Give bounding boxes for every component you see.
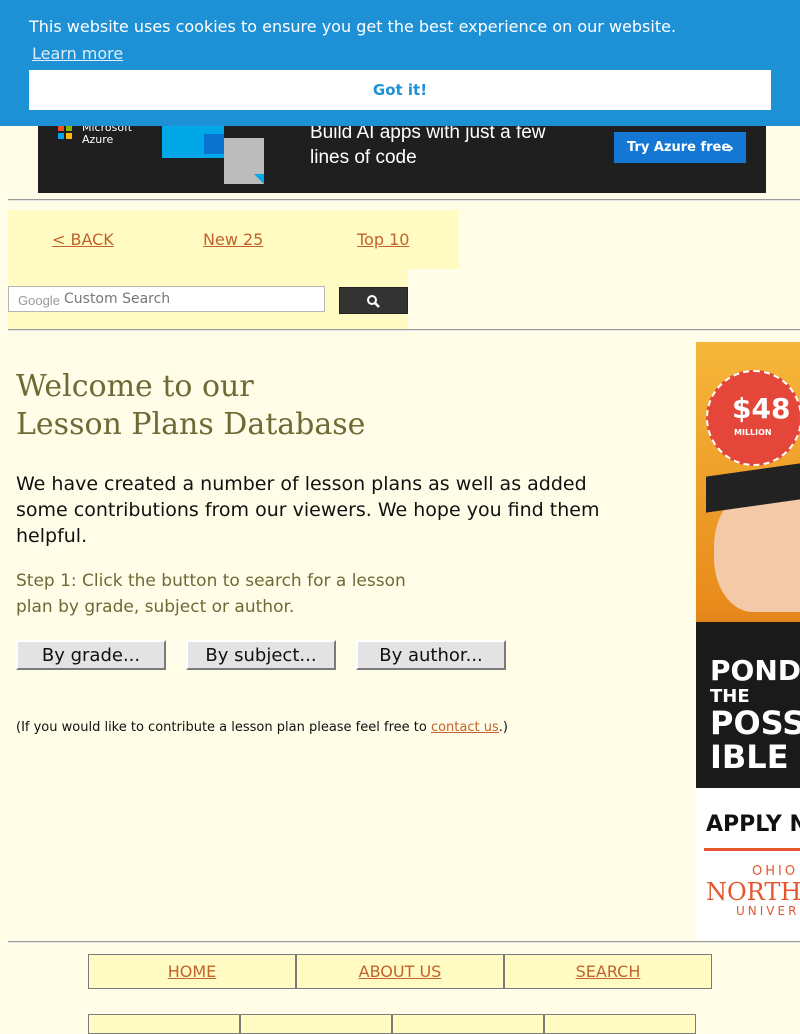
seal-amount: $48: [732, 392, 791, 425]
ad-graphic-blue: [204, 134, 224, 154]
intro-text: We have created a number of lesson plans…: [16, 473, 600, 547]
ad-headline-line2: lines of code: [310, 147, 417, 168]
page-title-line2: Lesson Plans Database: [16, 407, 366, 442]
top-10-link[interactable]: Top 10: [357, 230, 409, 249]
contact-us-link[interactable]: contact us: [431, 720, 499, 735]
divider: [8, 199, 800, 201]
cookie-banner: This website uses cookies to ensure you …: [0, 0, 800, 126]
org-name-line1: OHIO: [752, 864, 799, 879]
ad-headline: Build AI apps with just a few lines of c…: [310, 120, 546, 170]
ad-word-3: POSS: [710, 704, 800, 742]
google-logo: Google: [18, 293, 60, 308]
page-title-line1: Welcome to our: [16, 369, 254, 404]
org-name-line3: UNIVERS: [736, 904, 800, 918]
contribute-text-end: .): [498, 720, 508, 735]
contribute-note: (If you would like to contribute a lesso…: [16, 720, 508, 735]
back-link[interactable]: < BACK: [52, 230, 114, 249]
ad-word-1: POND: [710, 654, 800, 687]
learn-more-link[interactable]: Learn more: [32, 44, 123, 63]
graduate-image: [714, 492, 800, 612]
ad-graphic-tail: [254, 174, 264, 184]
footer-cell[interactable]: [544, 1014, 696, 1034]
footer-home-link[interactable]: HOME: [88, 954, 296, 989]
search-button[interactable]: [339, 287, 408, 314]
search-icon: [367, 295, 380, 308]
footer-about-link[interactable]: ABOUT US: [296, 954, 504, 989]
step-1-text: Step 1: Click the button to search for a…: [16, 571, 406, 617]
divider: [8, 329, 800, 331]
ad-cta-label: Try Azure free: [627, 140, 731, 155]
try-azure-button[interactable]: Try Azure free ›: [614, 132, 746, 163]
ad-word-4: IBLE: [710, 738, 789, 776]
by-grade-button[interactable]: By grade...: [16, 640, 166, 670]
apply-now-text: APPLY N: [706, 812, 800, 837]
by-subject-button[interactable]: By subject...: [186, 640, 336, 670]
chevron-right-icon: ›: [727, 138, 734, 157]
footer-cell[interactable]: [240, 1014, 392, 1034]
divider: [8, 941, 800, 943]
by-author-button[interactable]: By author...: [356, 640, 506, 670]
seal-unit: MILLION: [734, 428, 772, 437]
side-ad[interactable]: $48 MILLION POND THE POSS IBLE APPLY N O…: [696, 342, 800, 940]
cookie-message: This website uses cookies to ensure you …: [29, 17, 677, 36]
side-ad-image: $48 MILLION POND THE POSS IBLE: [696, 342, 800, 788]
contribute-text: (If you would like to contribute a lesso…: [16, 720, 431, 735]
got-it-button[interactable]: Got it!: [29, 70, 771, 110]
footer-cell[interactable]: [392, 1014, 544, 1034]
footer-search-link[interactable]: SEARCH: [504, 954, 712, 989]
page-title: Welcome to our Lesson Plans Database: [16, 368, 365, 444]
ad-divider: [704, 848, 800, 851]
new-25-link[interactable]: New 25: [203, 230, 263, 249]
footer-cell[interactable]: [88, 1014, 240, 1034]
microsoft-logo-icon: [58, 125, 72, 139]
org-name-line2: NORTHE: [706, 878, 800, 906]
